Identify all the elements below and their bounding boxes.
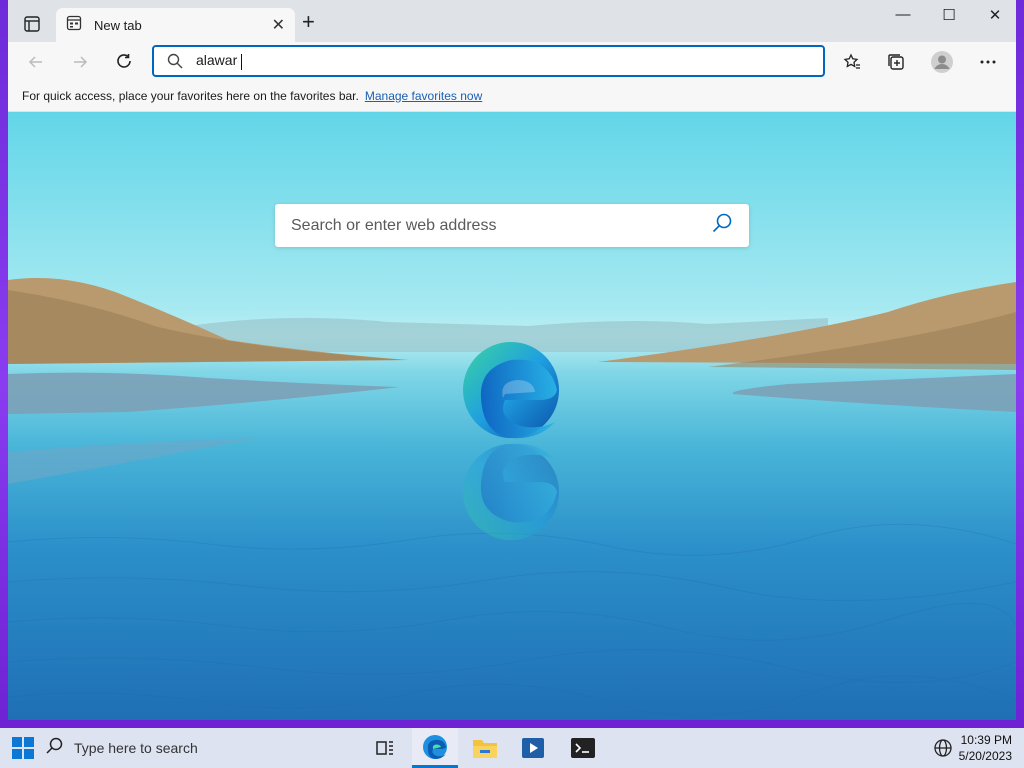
tab-actions-icon[interactable] — [22, 14, 42, 34]
clock-time: 10:39 PM — [960, 733, 1012, 747]
tab-strip: New tab ✕ + — ☐ ✕ — [8, 0, 1016, 42]
refresh-icon[interactable] — [112, 50, 136, 74]
search-icon — [44, 736, 64, 761]
close-window-icon[interactable]: ✕ — [972, 6, 1016, 24]
manage-favorites-link[interactable]: Manage favorites now — [365, 89, 482, 103]
edge-logo-icon — [463, 342, 559, 540]
search-placeholder: Search or enter web address — [291, 216, 497, 234]
windows-logo-icon — [12, 737, 34, 759]
search-icon[interactable] — [711, 212, 733, 239]
address-bar[interactable]: alawar — [152, 45, 825, 77]
network-globe-icon[interactable] — [933, 738, 953, 763]
profile-avatar-icon[interactable] — [930, 50, 954, 74]
web-search-box[interactable]: Search or enter web address — [275, 204, 749, 247]
clock-date: 5/20/2023 — [958, 749, 1012, 763]
toolbar: alawar — [8, 42, 1016, 80]
taskbar-search[interactable]: Type here to search — [44, 728, 198, 768]
search-icon — [166, 52, 184, 70]
favorites-bar: For quick access, place your favorites h… — [8, 80, 1016, 112]
window-controls: — ☐ ✕ — [880, 6, 1016, 24]
tab-new-tab[interactable]: New tab ✕ — [56, 8, 295, 42]
favorites-star-icon[interactable] — [840, 50, 864, 74]
address-text[interactable]: alawar — [196, 52, 243, 70]
close-tab-icon[interactable]: ✕ — [272, 15, 285, 35]
taskbar: Type here to search 10:39 PM 5/20/2023 — [0, 728, 1024, 768]
file-explorer-icon[interactable] — [462, 728, 508, 768]
terminal-icon[interactable] — [560, 728, 606, 768]
collections-icon[interactable] — [884, 50, 908, 74]
start-button[interactable] — [0, 728, 46, 768]
back-icon[interactable] — [24, 50, 48, 74]
new-tab-page-icon — [66, 15, 82, 36]
new-tab-button[interactable]: + — [302, 11, 315, 33]
media-player-icon[interactable] — [510, 728, 556, 768]
taskbar-search-label: Type here to search — [74, 740, 198, 756]
tab-title: New tab — [94, 17, 142, 33]
edge-taskbar-icon[interactable] — [412, 728, 458, 768]
browser-window: New tab ✕ + — ☐ ✕ alawar For quick acces… — [8, 0, 1016, 720]
new-tab-page: Search or enter web address — [8, 112, 1016, 720]
task-view-icon[interactable] — [362, 728, 408, 768]
minimize-icon[interactable]: — — [880, 6, 926, 24]
more-options-icon[interactable] — [976, 50, 1000, 74]
forward-icon[interactable] — [68, 50, 92, 74]
system-clock[interactable]: 10:39 PM 5/20/2023 — [959, 732, 1012, 764]
maximize-icon[interactable]: ☐ — [926, 6, 972, 24]
favorites-bar-message: For quick access, place your favorites h… — [22, 88, 359, 103]
